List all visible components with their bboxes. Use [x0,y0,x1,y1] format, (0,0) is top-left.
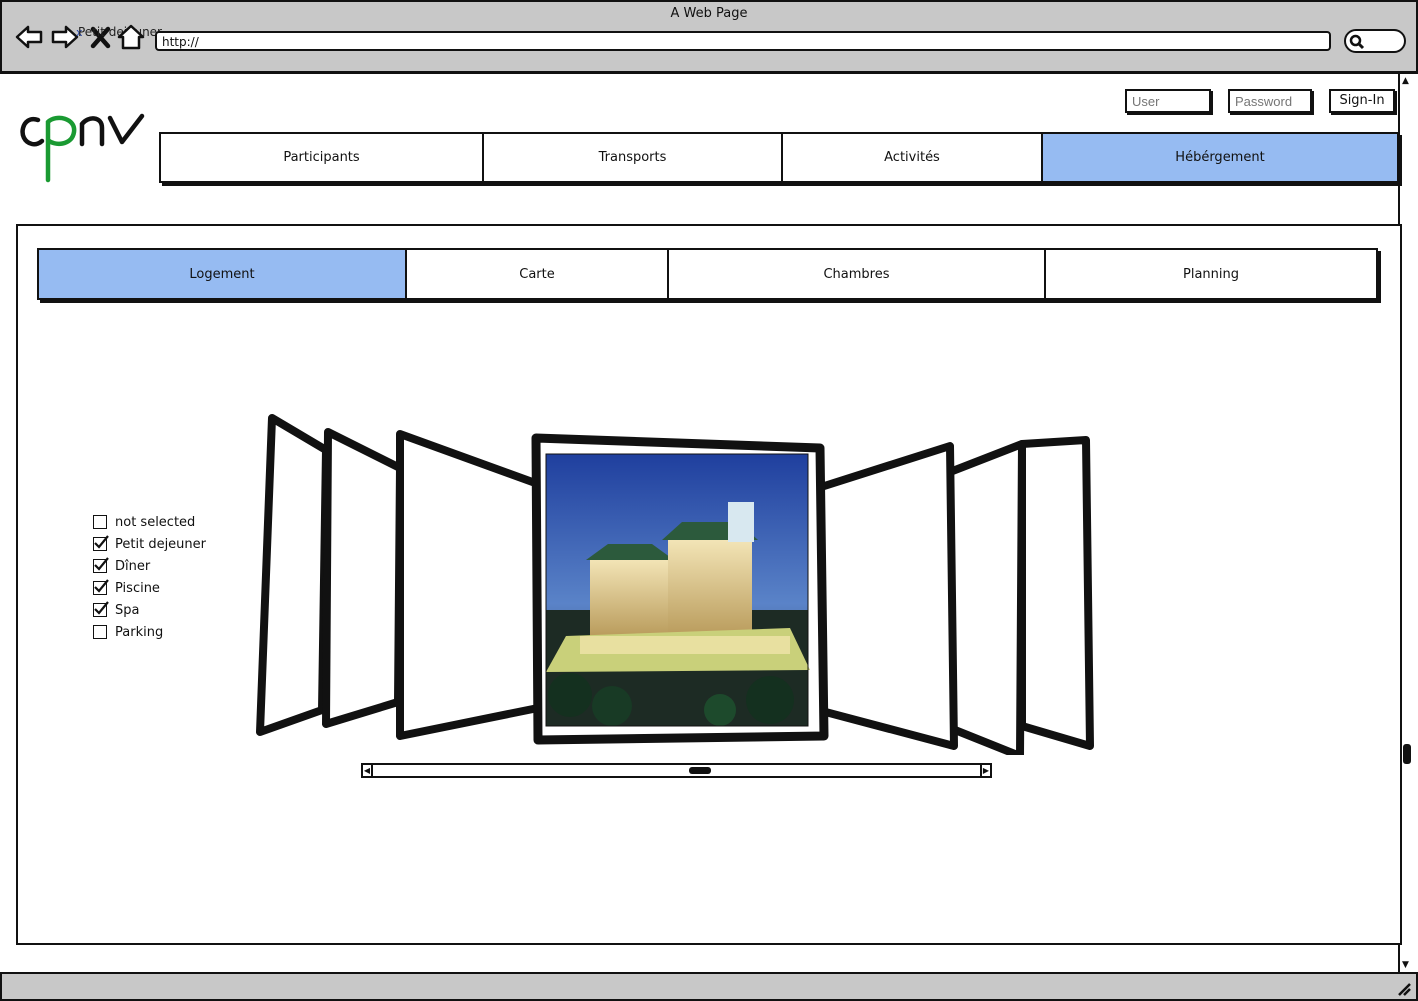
cpnv-logo: cpnv [14,106,146,188]
back-icon[interactable] [14,20,44,54]
checkmark-icon [94,557,109,571]
home-icon[interactable] [116,20,146,54]
window-title: A Web Page [670,6,748,21]
checkbox[interactable] [93,515,107,529]
sub-tab-carte[interactable]: Carte [407,250,669,298]
image-carousel[interactable] [250,410,1110,755]
browser-search-field[interactable] [1344,29,1406,53]
main-tab-activites[interactable]: Activités [783,134,1043,181]
carousel-slide-right-2[interactable] [946,440,1026,755]
option-parking[interactable]: Parking [93,621,233,643]
scroll-right-icon[interactable]: ▶ [980,765,990,776]
scroll-up-icon[interactable]: ▲ [1402,76,1409,86]
scroll-down-icon[interactable]: ▼ [1402,960,1409,970]
main-nav: Participants Transports Activités Hébérg… [159,132,1399,183]
main-tab-transports[interactable]: Transports [484,134,783,181]
checkbox-checked[interactable] [93,601,109,617]
search-icon [1349,34,1365,50]
option-spa[interactable]: Spa [93,599,233,621]
sub-tab-chambres[interactable]: Chambres [669,250,1046,298]
option-piscine[interactable]: Piscine [93,577,233,599]
carousel-slide-right-1[interactable] [814,442,958,750]
checkbox[interactable] [93,625,107,639]
checkbox-checked[interactable] [93,557,109,573]
carousel-scroll-thumb[interactable] [688,767,711,774]
checkmark-icon [94,579,109,593]
carousel-slide-right-3[interactable] [1018,436,1094,750]
checkbox-checked[interactable] [93,579,109,595]
address-bar[interactable]: http:// [155,31,1331,51]
browser-status-bar [0,972,1418,1001]
checkmark-icon [94,535,109,549]
sub-nav: Logement Carte Chambres Planning [37,248,1378,300]
sub-tab-planning[interactable]: Planning [1046,250,1376,298]
password-field[interactable] [1228,89,1312,113]
main-tab-hebergement[interactable]: Hébérgement [1043,134,1397,181]
carousel-slide-left-2[interactable] [322,428,404,728]
sub-tab-logement[interactable]: Logement [39,250,407,298]
carousel-slide-left-1[interactable] [256,414,330,736]
scroll-thumb[interactable] [1403,744,1411,764]
user-field[interactable] [1125,89,1211,113]
carousel-slide-left-3[interactable] [396,430,542,740]
scroll-left-icon[interactable]: ◀ [363,765,373,776]
options-list: not selected Petit dejeuner Dîner Piscin… [93,511,233,643]
checkbox-checked[interactable] [93,535,109,551]
option-petit-dejeuner[interactable]: Petit dejeuner [93,533,233,555]
carousel-scrollbar[interactable]: ◀ ▶ [361,763,992,778]
option-diner[interactable]: Dîner [93,555,233,577]
hotel-photo [545,453,810,727]
sign-in-button[interactable]: Sign-In [1329,89,1395,113]
checkmark-icon [94,601,109,615]
option-not-selected[interactable]: not selected [93,511,233,533]
resize-grip-icon[interactable] [1396,982,1412,996]
main-tab-participants[interactable]: Participants [161,134,484,181]
carousel-slide-center[interactable] [531,433,829,745]
